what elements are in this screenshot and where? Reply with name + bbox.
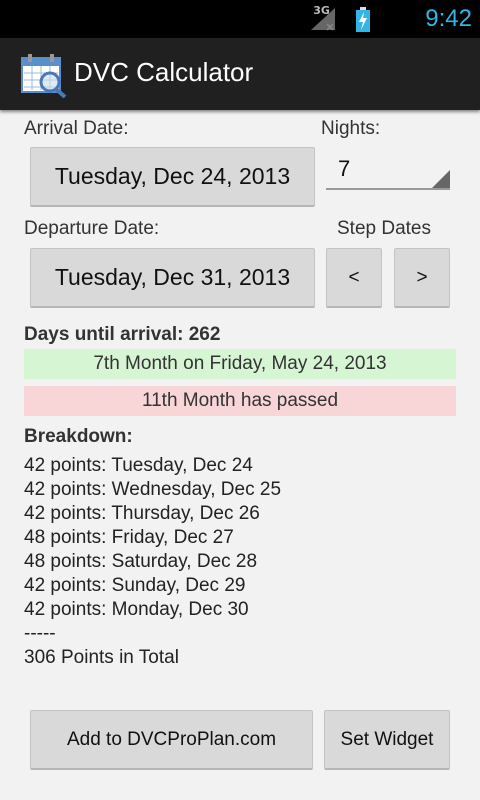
breakdown-item: 42 points: Sunday, Dec 29 [24,575,246,596]
breakdown-total: 306 Points in Total [24,647,179,668]
status-bar: 3G 9:42 [0,0,480,38]
nights-value: 7 [338,156,351,181]
departure-date-button[interactable]: Tuesday, Dec 31, 2013 [30,248,315,308]
seventh-month-banner: 7th Month on Friday, May 24, 2013 [24,349,456,379]
clock: 9:42 [425,5,472,32]
breakdown-list: 42 points: Tuesday, Dec 24 42 points: We… [24,454,281,670]
nights-label: Nights: [321,118,381,139]
breakdown-item: 48 points: Friday, Dec 27 [24,527,234,548]
app-title: DVC Calculator [74,57,254,87]
breakdown-item: 42 points: Wednesday, Dec 25 [24,479,282,500]
arrival-date-label: Arrival Date: [24,118,129,139]
nights-spinner[interactable]: 7 [326,152,450,190]
add-to-dvcproplan-button[interactable]: Add to DVCProPlan.com [30,710,313,770]
set-widget-button[interactable]: Set Widget [324,710,450,770]
breakdown-item: 42 points: Monday, Dec 30 [24,599,249,620]
breakdown-title: Breakdown: [24,426,133,447]
breakdown-item: 48 points: Saturday, Dec 28 [24,551,258,572]
arrival-date-button[interactable]: Tuesday, Dec 24, 2013 [30,147,315,207]
breakdown-item: 42 points: Tuesday, Dec 24 [24,455,253,476]
battery-charging-icon [356,7,371,32]
step-dates-label: Step Dates [337,218,431,239]
dropdown-arrow-icon [432,170,450,188]
step-back-button[interactable]: < [326,248,382,308]
status-right: 3G 9:42 [311,0,472,38]
departure-date-label: Departure Date: [24,218,160,239]
step-forward-button[interactable]: > [394,248,450,308]
eleventh-month-banner: 11th Month has passed [24,386,456,416]
breakdown-item: 42 points: Thursday, Dec 26 [24,503,260,524]
calendar-search-icon[interactable] [20,54,68,98]
signal-icon [311,8,336,31]
action-bar: DVC Calculator [0,38,480,110]
days-until-arrival: Days until arrival: 262 [24,324,221,345]
breakdown-separator: ----- [24,623,56,644]
